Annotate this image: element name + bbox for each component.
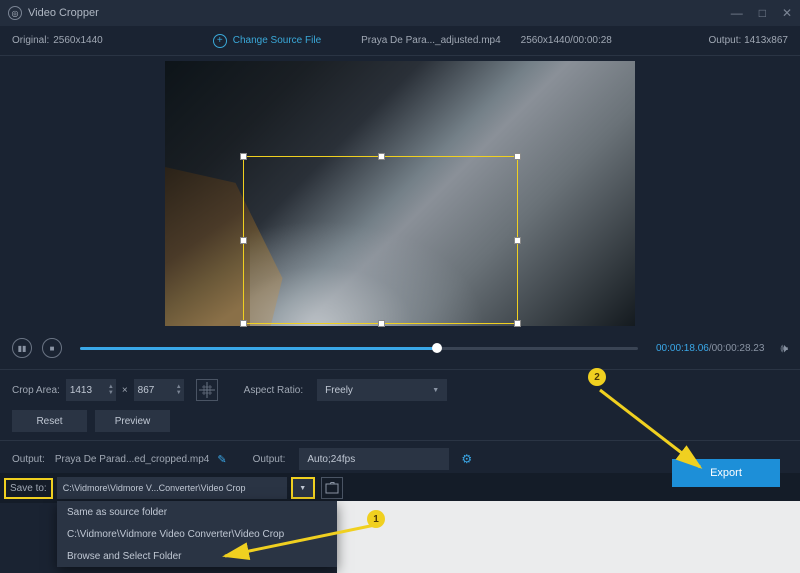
- preview-label: Preview: [115, 416, 151, 427]
- background-strip: [337, 501, 800, 573]
- output-dims-label: Output:: [708, 35, 741, 46]
- change-source-label: Change Source File: [233, 35, 321, 46]
- crop-handle-tl[interactable]: [240, 153, 247, 160]
- video-canvas[interactable]: [165, 61, 635, 326]
- source-filename: Praya De Para..._adjusted.mp4: [361, 35, 501, 46]
- timeline-progress: [80, 347, 437, 350]
- original-label: Original:: [12, 35, 49, 46]
- original-dims: 2560x1440: [53, 35, 103, 46]
- timeline-thumb[interactable]: [432, 343, 442, 353]
- crop-width-value: 1413: [70, 385, 92, 396]
- crop-height-input[interactable]: 867 ▲▼: [134, 379, 184, 401]
- timeline[interactable]: [80, 347, 638, 350]
- app-title: Video Cropper: [28, 7, 99, 19]
- titlebar: ◎ Video Cropper — □ ✕: [0, 0, 800, 26]
- output-filename: Praya De Parad...ed_cropped.mp4: [55, 454, 210, 465]
- duration: /00:00:28.23: [709, 343, 765, 354]
- output-format-select[interactable]: Auto;24fps: [299, 448, 449, 470]
- window-controls: — □ ✕: [731, 6, 792, 20]
- stop-button[interactable]: ■: [42, 338, 62, 358]
- position-center-button[interactable]: [196, 379, 218, 401]
- open-folder-button[interactable]: [321, 477, 343, 499]
- save-path-dropdown: Same as source folder C:\Vidmore\Vidmore…: [57, 501, 337, 567]
- dropdown-item-browse[interactable]: Browse and Select Folder: [57, 545, 337, 567]
- settings-button[interactable]: ⚙: [461, 452, 472, 466]
- multiply-icon: ×: [122, 385, 128, 396]
- source-info: 2560x1440/00:00:28: [521, 35, 612, 46]
- maximize-button[interactable]: □: [759, 6, 766, 20]
- aspect-ratio-select[interactable]: Freely ▼: [317, 379, 447, 401]
- annotation-badge-2: 2: [588, 368, 606, 386]
- crop-height-value: 867: [138, 385, 155, 396]
- app-window: ◎ Video Cropper — □ ✕ Original: 2560x144…: [0, 0, 800, 573]
- reset-label: Reset: [36, 416, 62, 427]
- dropdown-item-same-folder[interactable]: Same as source folder: [57, 501, 337, 523]
- app-icon: ◎: [8, 6, 22, 20]
- output-label: Output:: [12, 454, 45, 465]
- separator: [0, 440, 800, 441]
- crop-handle-br[interactable]: [514, 320, 521, 327]
- crop-handle-mr[interactable]: [514, 237, 521, 244]
- plus-icon: +: [213, 34, 227, 48]
- output-format-label: Output:: [253, 454, 286, 465]
- reset-button[interactable]: Reset: [12, 410, 87, 432]
- crop-box[interactable]: [243, 156, 518, 324]
- change-source-button[interactable]: + Change Source File: [213, 34, 321, 48]
- annotation-badge-1: 1: [367, 510, 385, 528]
- crop-handle-ml[interactable]: [240, 237, 247, 244]
- aspect-ratio-value: Freely: [325, 385, 353, 396]
- crop-area-label: Crop Area:: [12, 385, 60, 396]
- export-label: Export: [710, 467, 742, 479]
- crop-handle-tr[interactable]: [514, 153, 521, 160]
- stepper-icon[interactable]: ▲▼: [108, 379, 114, 401]
- aspect-ratio-label: Aspect Ratio:: [244, 385, 303, 396]
- crop-width-input[interactable]: 1413 ▲▼: [66, 379, 116, 401]
- save-to-label: Save to:: [4, 478, 53, 499]
- close-button[interactable]: ✕: [782, 6, 792, 20]
- button-row: Reset Preview: [0, 406, 800, 436]
- dd-label: C:\Vidmore\Vidmore Video Converter\Video…: [67, 529, 284, 540]
- crop-handle-bl[interactable]: [240, 320, 247, 327]
- stepper-icon[interactable]: ▲▼: [176, 379, 182, 401]
- edit-filename-button[interactable]: ✎: [217, 453, 226, 466]
- preview-area: [0, 56, 800, 331]
- crop-handle-tc[interactable]: [378, 153, 385, 160]
- output-dims: 1413x867: [744, 35, 788, 46]
- dropdown-item-path[interactable]: C:\Vidmore\Vidmore Video Converter\Video…: [57, 523, 337, 545]
- export-button[interactable]: Export: [672, 459, 780, 487]
- dd-label: Same as source folder: [67, 507, 167, 518]
- save-path-value: C:\Vidmore\Vidmore V...Converter\Video C…: [63, 483, 246, 493]
- separator: [0, 369, 800, 370]
- dd-label: Browse and Select Folder: [67, 551, 182, 562]
- playback-bar: ▮▮ ■ 00:00:18.06/00:00:28.23 🕪: [0, 331, 800, 365]
- save-path-field[interactable]: C:\Vidmore\Vidmore V...Converter\Video C…: [57, 477, 287, 499]
- play-button[interactable]: ▮▮: [12, 338, 32, 358]
- preview-button[interactable]: Preview: [95, 410, 170, 432]
- current-time: 00:00:18.06: [656, 343, 709, 354]
- volume-icon[interactable]: 🕪: [780, 341, 788, 356]
- output-format-value: Auto;24fps: [307, 454, 355, 465]
- crop-handle-bc[interactable]: [378, 320, 385, 327]
- save-path-dropdown-button[interactable]: ▼: [291, 477, 315, 499]
- chevron-down-icon: ▼: [432, 387, 439, 394]
- info-bar: Original: 2560x1440 + Change Source File…: [0, 26, 800, 56]
- minimize-button[interactable]: —: [731, 6, 743, 20]
- crop-controls: Crop Area: 1413 ▲▼ × 867 ▲▼ Aspect Ratio…: [0, 374, 800, 406]
